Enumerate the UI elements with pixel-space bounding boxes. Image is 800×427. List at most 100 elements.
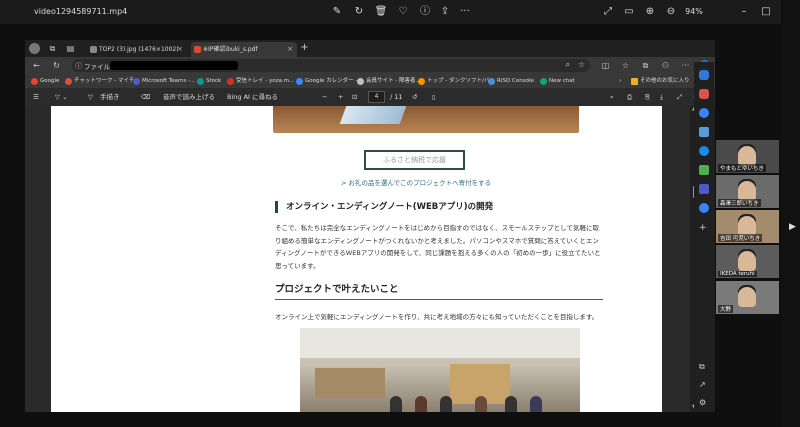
body-paragraph: そこで、私たちは完全なエンディングノートをはじめから目指すのではなく、スモールス… — [275, 224, 601, 270]
save-as-icon[interactable]: ⤓ — [660, 92, 663, 103]
split-screen-icon[interactable]: ◫ — [600, 60, 611, 71]
close-tab-icon[interactable]: × — [287, 42, 293, 57]
section-heading: オンライン・エンディングノート(WEBアプリ)の開発 — [275, 201, 493, 213]
fullscreen-icon[interactable]: ⤢ — [677, 92, 682, 103]
highlight-icon[interactable]: ▽ ⌄ — [55, 92, 68, 103]
chatgpt-icon — [540, 78, 547, 85]
read-aloud-button[interactable]: 音声で読み上げる — [163, 92, 215, 103]
office-icon[interactable] — [699, 127, 709, 137]
teams-icon[interactable] — [699, 184, 709, 194]
collections-icon[interactable]: ⧉ — [640, 60, 651, 71]
bookmark-teams[interactable]: Microsoft Teams -... — [133, 77, 195, 86]
player-title-bar: video1294589711.mp4 ✎ ↻ 🗑 ♡ ⓘ ⇪ ··· ⤢ ▭ … — [0, 0, 800, 24]
site-icon — [357, 78, 364, 85]
maximize-icon[interactable]: □ — [759, 5, 773, 19]
info-icon[interactable]: ⓘ — [418, 5, 432, 19]
donate-link[interactable]: > お礼の品を選んでこのプロジェクトへ寄付をする — [341, 177, 491, 187]
participant-tile[interactable]: やまもとゆいちき — [716, 140, 779, 173]
extensions-icon[interactable]: ⚇ — [660, 60, 671, 71]
bookmark-google[interactable]: Google — [31, 77, 59, 86]
bookmarks-overflow-icon[interactable]: › — [619, 77, 621, 86]
save-icon[interactable]: ⎘ — [645, 92, 650, 103]
back-icon[interactable]: ← — [31, 60, 42, 71]
bookmark-chatwork[interactable]: チャットワーク - マイチ... — [65, 77, 140, 86]
settings-icon[interactable]: ⚙ — [699, 398, 706, 407]
favorite-star-icon[interactable]: ☆ — [578, 60, 585, 69]
rotate-icon[interactable]: ↻ — [352, 5, 366, 19]
profile-avatar[interactable] — [29, 43, 40, 54]
fit-icon[interactable]: ▭ — [622, 5, 636, 19]
body-paragraph: オンライン上で気軽にエンディングノートを作り、共に考え地域の方々にも知っていただ… — [275, 313, 599, 321]
fit-page-icon[interactable]: ⊡ — [352, 92, 357, 103]
tab-actions-icon[interactable]: ▤ — [65, 43, 76, 54]
participant-tile[interactable]: 森澤三郎いちき — [716, 175, 779, 208]
bookmark-new-chat[interactable]: New chat — [540, 77, 575, 86]
calendar-icon — [296, 78, 303, 85]
sidebar-toggle-icon[interactable]: ⧉ — [699, 362, 705, 372]
bookmark-riso[interactable]: RISO Console — [488, 77, 534, 86]
participant-name: 吉田 可児いちき — [718, 234, 763, 242]
participant-tile[interactable]: 吉田 可児いちき — [716, 210, 779, 243]
participant-tile[interactable]: IKEDA teruhi — [716, 245, 779, 278]
tab-bar: ⧉ ▤ TOP2 (3).jpg (1476×1002) × ※IP確認ibuk… — [25, 40, 715, 57]
bookmark-stock[interactable]: Stock — [197, 77, 221, 86]
tools-icon[interactable] — [699, 89, 709, 99]
draw-icon[interactable]: ▽ — [88, 92, 93, 103]
edit-icon[interactable]: ✎ — [330, 5, 344, 19]
tab-pdf[interactable]: ※IP確認ibuki_s.pdf × — [191, 42, 297, 57]
search-icon[interactable]: ⌕ — [566, 60, 570, 70]
eraser-icon[interactable]: ⌫ — [141, 92, 150, 103]
search-icon[interactable]: ⌕ — [610, 92, 614, 103]
address-bar-row: ← ↻ ⓘ ファイル ⌕ ☆ ◫ ☆ ⧉ ⚇ ··· b — [25, 57, 715, 74]
share-icon[interactable]: ⇪ — [438, 5, 452, 19]
participant-name: やまもとゆいちき — [718, 164, 766, 172]
contents-icon[interactable]: ☰ — [33, 92, 39, 103]
participant-tile[interactable]: 大野 — [716, 281, 779, 314]
more-icon[interactable]: ··· — [458, 5, 472, 19]
minimize-icon[interactable]: – — [737, 5, 751, 19]
delete-icon[interactable]: 🗑 — [374, 5, 388, 19]
top-photo — [273, 106, 579, 133]
new-tab-button[interactable]: + — [299, 42, 310, 53]
external-icon[interactable]: ↗ — [699, 380, 706, 389]
games-icon[interactable] — [699, 108, 709, 118]
pdf-viewer[interactable]: ふるさと納税で応援 > お礼の品を選んでこのプロジェクトへ寄付をする オンライン… — [25, 106, 690, 412]
add-icon[interactable]: + — [699, 223, 707, 233]
page-view-icon[interactable]: ▯ — [432, 92, 436, 103]
workspaces-icon[interactable]: ⧉ — [47, 43, 58, 54]
refresh-icon[interactable]: ↻ — [51, 60, 62, 71]
bookmark-top[interactable]: トップ - ダンクソフト/バ... — [418, 77, 495, 86]
outlook-icon[interactable] — [699, 146, 709, 156]
next-arrow-icon[interactable]: ▶ — [789, 222, 796, 232]
zoom-out-button[interactable]: − — [322, 92, 327, 103]
zoom-out-icon[interactable]: ⊖ — [664, 5, 678, 19]
zoom-in-icon[interactable]: ⊕ — [643, 5, 657, 19]
tab-label: ※IP確認ibuki_s.pdf — [203, 46, 258, 53]
pdf-tab-icon — [194, 46, 201, 53]
address-bar[interactable]: ⓘ ファイル ⌕ ☆ — [72, 59, 590, 72]
heart-icon[interactable]: ♡ — [396, 5, 410, 19]
close-tab-icon[interactable]: × — [177, 42, 183, 57]
page-number-input[interactable]: 4 — [368, 91, 385, 103]
drop-icon[interactable] — [699, 165, 709, 175]
bookmark-inbox[interactable]: 受信トレイ - yoza.m... — [227, 77, 294, 86]
tab-label: TOP2 (3).jpg (1476×1002) — [99, 46, 179, 53]
google-icon — [31, 78, 38, 85]
print-icon[interactable]: ⎙ — [627, 92, 632, 103]
favorites-icon[interactable]: ☆ — [620, 60, 631, 71]
bookmark-other-favorites[interactable]: その他のお気に入り — [631, 77, 690, 86]
tab-image[interactable]: TOP2 (3).jpg (1476×1002) × — [87, 42, 187, 57]
settings-more-icon[interactable]: ··· — [680, 60, 691, 71]
gmail-icon — [227, 78, 234, 85]
telemetry-icon[interactable] — [699, 203, 709, 213]
bing-ask-button[interactable]: Bing AI に尋ねる — [227, 92, 278, 103]
bookmark-member-site[interactable]: 会員サイト - 障害者... — [357, 77, 421, 86]
shopping-icon[interactable] — [699, 70, 709, 80]
fullscreen-icon[interactable]: ⤢ — [601, 5, 615, 19]
zoom-in-button[interactable]: + — [338, 92, 343, 103]
bookmark-calendar[interactable]: Google カレンダー -... — [296, 77, 363, 86]
browser-window: ⧉ ▤ TOP2 (3).jpg (1476×1002) × ※IP確認ibuk… — [25, 40, 715, 412]
draw-button[interactable]: 手描き — [100, 92, 120, 103]
rotate-icon[interactable]: ↺ — [412, 92, 417, 103]
furusato-button[interactable]: ふるさと納税で応援 — [364, 150, 465, 170]
